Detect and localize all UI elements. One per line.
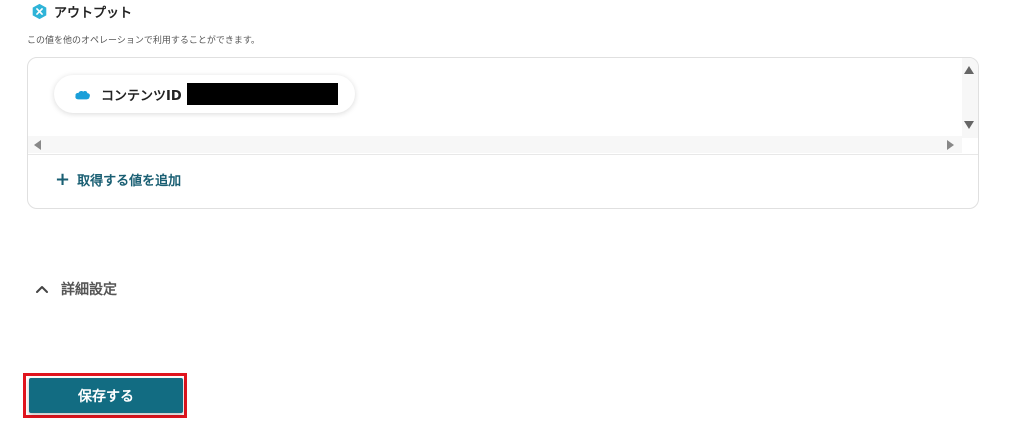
vertical-scrollbar[interactable]	[962, 58, 978, 138]
output-section-header: アウトプット	[31, 2, 132, 21]
advanced-settings-label: 詳細設定	[61, 282, 117, 298]
scroll-up-icon[interactable]	[964, 66, 974, 74]
horizontal-scrollbar[interactable]	[28, 136, 962, 153]
chip-label: コンテンツID	[101, 88, 182, 104]
output-box: コンテンツID + 取得する値を追加	[27, 57, 979, 209]
plus-icon: +	[55, 168, 71, 190]
chip-value-redacted	[186, 83, 338, 105]
scroll-right-icon[interactable]	[947, 140, 954, 150]
salesforce-cloud-icon	[75, 90, 90, 99]
chevron-up-icon	[36, 286, 48, 293]
output-chip-content-id[interactable]: コンテンツID	[54, 75, 355, 113]
scroll-left-icon[interactable]	[34, 140, 41, 150]
output-section-description: この値を他のオペレーションで利用することができます。	[27, 36, 260, 46]
output-scroll-area[interactable]: コンテンツID	[28, 58, 978, 155]
scroll-down-icon[interactable]	[964, 121, 974, 129]
x-badge-icon	[32, 3, 47, 20]
output-section-title: アウトプット	[54, 6, 133, 21]
advanced-settings-toggle[interactable]: 詳細設定	[35, 279, 117, 299]
add-value-button[interactable]: + 取得する値を追加	[55, 170, 181, 189]
add-value-label: 取得する値を追加	[77, 174, 182, 189]
save-button[interactable]: 保存する	[29, 378, 183, 413]
